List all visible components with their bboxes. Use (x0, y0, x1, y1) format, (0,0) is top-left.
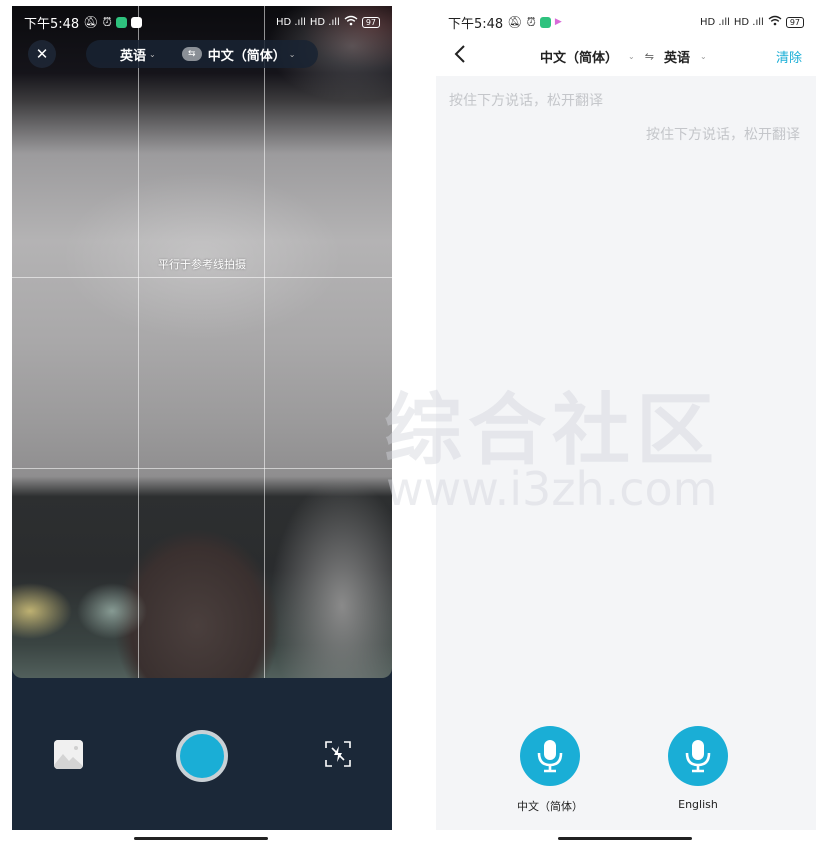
chevron-down-icon: ⌄ (628, 52, 635, 61)
camera-viewfinder[interactable]: 平行于参考线拍摄 (12, 6, 392, 678)
navigation-bar: 中文（简体） ⌄ ⇋ 英语 ⌄ 清除 (436, 38, 816, 76)
camera-translate-screen: 平行于参考线拍摄 下午5:48 🔕︎ ⏰︎ HD .ıll HD .ıll 97… (12, 6, 392, 854)
gesture-bar (436, 830, 816, 854)
source-language-dropdown[interactable]: 中文（简体） (540, 47, 618, 66)
chevron-down-icon: ⌄ (288, 49, 296, 59)
clear-button[interactable]: 清除 (776, 47, 802, 66)
source-hint-text: 按住下方说话，松开翻译 (449, 93, 603, 109)
language-selector: 英语 ⌄ ⇆ 中文（简体） ⌄ (86, 40, 318, 68)
mute-icon: 🔕︎ (83, 15, 99, 29)
chevron-down-icon: ⌄ (699, 52, 707, 61)
language-selector: 中文（简体） ⌄ ⇋ 英语 ⌄ (540, 47, 717, 66)
status-time: 下午5:48 (448, 16, 504, 32)
microphone-icon (685, 740, 711, 773)
mic-button-chinese[interactable] (520, 726, 580, 786)
target-language-dropdown[interactable]: 英语 (664, 47, 690, 66)
camera-controls (12, 678, 392, 830)
wifi-icon (768, 15, 782, 29)
chevron-down-icon: ⌄ (149, 49, 156, 59)
signal-icon: HD .ıll (309, 16, 340, 28)
guide-line-vertical (138, 6, 139, 678)
target-language-dropdown[interactable]: 中文（简体） (208, 45, 286, 64)
shutter-button[interactable] (176, 730, 228, 782)
microphone-icon (537, 740, 563, 773)
mic-button-english[interactable] (668, 726, 728, 786)
status-bar: 下午5:48 🔕︎ ⏰︎ ▶ HD .ıll HD .ıll 97 (436, 6, 816, 38)
status-time: 下午5:48 (24, 16, 80, 32)
wifi-icon (344, 15, 358, 29)
guide-line-horizontal (12, 468, 392, 469)
battery-icon: 97 (361, 16, 380, 28)
mic-label: English (678, 798, 718, 811)
viewfinder-image (12, 6, 392, 678)
alarm-icon: ⏰︎ (526, 14, 536, 29)
home-indicator[interactable] (558, 837, 692, 840)
camera-top-bar: ✕ 英语 ⌄ ⇆ 中文（简体） ⌄ (12, 40, 392, 70)
mic-block-chinese: 中文（简体） (500, 726, 600, 814)
guide-line-horizontal (12, 277, 392, 278)
image-icon (54, 740, 83, 769)
home-indicator[interactable] (134, 837, 268, 840)
gesture-bar (12, 830, 392, 854)
flash-toggle-button[interactable] (324, 740, 352, 768)
mic-label: 中文（简体） (517, 800, 583, 813)
back-button[interactable] (454, 44, 466, 70)
guide-hint: 平行于参考线拍摄 (158, 258, 246, 271)
close-icon: ✕ (35, 45, 49, 63)
signal-icon: HD .ıll (275, 16, 306, 28)
alarm-icon: ⏰︎ (102, 14, 112, 29)
mute-icon: 🔕︎ (507, 15, 523, 29)
target-hint-text: 按住下方说话，松开翻译 (646, 127, 800, 143)
swap-languages-button[interactable]: ⇆ (181, 47, 202, 61)
close-button[interactable]: ✕ (28, 40, 56, 68)
app-notification-icon (115, 16, 127, 28)
source-language-dropdown[interactable]: 英语 (120, 45, 146, 64)
flash-off-icon (325, 741, 351, 767)
guide-line-vertical (264, 6, 265, 678)
signal-icon: HD .ıll (699, 16, 730, 28)
play-notification-icon (130, 16, 142, 28)
gallery-button[interactable] (54, 740, 83, 769)
app-notification-icon (539, 16, 551, 28)
mic-block-english: English (648, 726, 748, 811)
play-notification-icon: ▶ (554, 17, 562, 27)
signal-icon: HD .ıll (733, 16, 764, 28)
status-bar: 下午5:48 🔕︎ ⏰︎ HD .ıll HD .ıll 97 (12, 6, 392, 38)
swap-icon: ⇆ (187, 49, 196, 59)
swap-languages-button[interactable]: ⇋ (645, 50, 654, 63)
chevron-left-icon (454, 45, 465, 63)
voice-translate-screen: 下午5:48 🔕︎ ⏰︎ ▶ HD .ıll HD .ıll 97 中文（简体）… (436, 6, 816, 854)
battery-icon: 97 (785, 16, 804, 28)
